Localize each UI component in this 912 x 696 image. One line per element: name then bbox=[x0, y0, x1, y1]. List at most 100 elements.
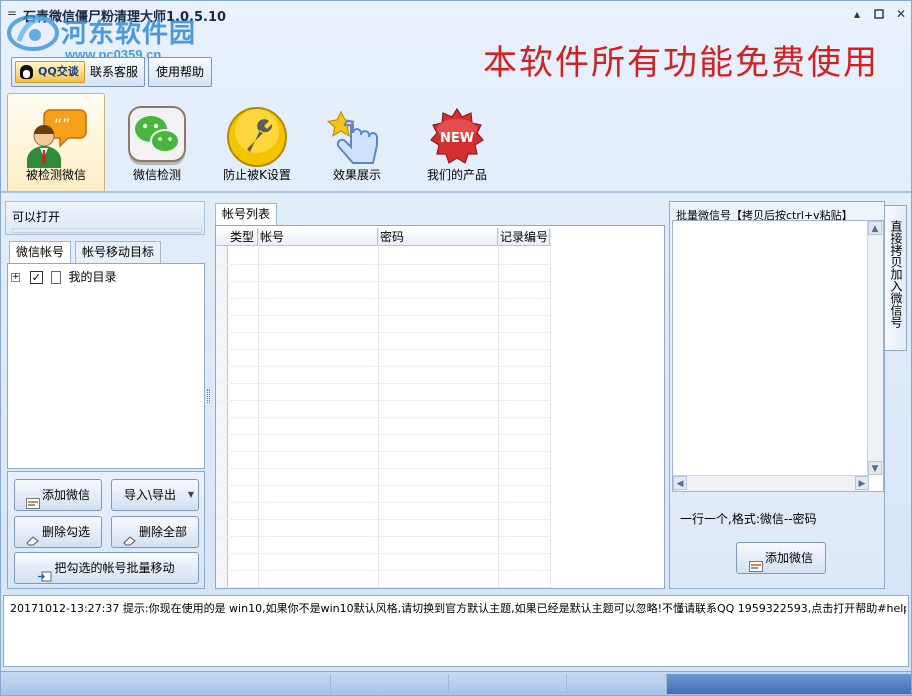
grid-row-line bbox=[216, 434, 550, 435]
side-tab-direct-paste[interactable]: 直接拷贝加入微信号 bbox=[885, 205, 907, 351]
import-export-label: 导入\导出 bbox=[123, 488, 177, 502]
grid-row-line bbox=[216, 298, 550, 299]
vertical-scrollbar[interactable]: ▲ ▼ bbox=[867, 221, 883, 475]
grid-row-line bbox=[216, 264, 550, 265]
tab-our-products-label: 我们的产品 bbox=[426, 168, 487, 182]
tree-item-my-directory[interactable]: + ✓ 我的目录 bbox=[11, 269, 117, 285]
grid-row-line bbox=[216, 349, 550, 350]
grid-row-line bbox=[216, 502, 550, 503]
grid-row-line bbox=[216, 400, 550, 401]
delete-all-button[interactable]: 删除全部 bbox=[111, 516, 199, 548]
status-segment bbox=[449, 674, 567, 694]
status-bar bbox=[1, 671, 911, 695]
delete-checked-button[interactable]: 删除勾选 bbox=[14, 516, 102, 548]
grid-row-line bbox=[216, 485, 550, 486]
grid-column-line bbox=[550, 228, 551, 588]
minimize-button[interactable]: ▴ bbox=[849, 7, 865, 21]
batch-add-wechat-button[interactable]: 添加微信 bbox=[736, 542, 826, 574]
service-button[interactable]: QQ交谈 联系客服 bbox=[11, 57, 145, 87]
add-wechat-button[interactable]: 添加微信 bbox=[14, 479, 102, 511]
delete-all-label: 删除全部 bbox=[138, 525, 187, 539]
grid-row-line bbox=[216, 315, 550, 316]
column-account[interactable]: 帐号 bbox=[258, 228, 378, 246]
eraser-icon bbox=[26, 527, 40, 546]
expand-icon[interactable]: + bbox=[11, 273, 20, 282]
grid-row-line bbox=[216, 587, 550, 588]
grid-row-line bbox=[216, 366, 550, 367]
move-icon bbox=[38, 563, 52, 582]
ribbon: “” 被检测微信 微信检测 防止被K设置 效果展示 NEW 我们的产品 bbox=[1, 93, 911, 193]
tab-wechat-accounts[interactable]: 微信帐号 bbox=[9, 241, 72, 263]
document-icon bbox=[50, 271, 61, 284]
grid-column-line bbox=[498, 228, 499, 588]
grid-row-line bbox=[216, 332, 550, 333]
maximize-button[interactable] bbox=[871, 7, 887, 21]
splitter-grip[interactable] bbox=[207, 389, 210, 403]
status-segment bbox=[331, 674, 449, 694]
status-segment bbox=[1, 674, 331, 694]
log-panel[interactable]: 20171012-13:27:37 提示:你现在使用的是 win10,如果你不是… bbox=[3, 595, 909, 667]
pointer-icon bbox=[325, 105, 389, 169]
grid-column-line bbox=[258, 228, 259, 588]
user-chat-icon: “” bbox=[24, 106, 88, 170]
grid-row-line bbox=[216, 417, 550, 418]
dropdown-arrow-icon[interactable]: ▼ bbox=[188, 480, 194, 510]
tab-monitored-wechat[interactable]: “” 被检测微信 bbox=[7, 93, 105, 191]
tab-our-products[interactable]: NEW 我们的产品 bbox=[409, 93, 505, 191]
watermark-logo-icon bbox=[5, 11, 63, 55]
account-grid[interactable]: 类型 帐号 密码 记录编号 bbox=[215, 225, 665, 589]
batch-add-wechat-label: 添加微信 bbox=[764, 551, 813, 565]
batch-move-button[interactable]: 把勾选的帐号批量移动 bbox=[14, 552, 199, 584]
add-user-icon bbox=[25, 490, 40, 509]
svg-text:“”: “” bbox=[54, 115, 71, 134]
grid-row-line bbox=[216, 536, 550, 537]
watermark-name: 河东软件园 bbox=[61, 19, 197, 49]
free-banner: 本软件所有功能免费使用 bbox=[483, 43, 879, 83]
grid-row-line bbox=[216, 468, 550, 469]
batch-move-label: 把勾选的帐号批量移动 bbox=[54, 561, 175, 575]
qq-chat-label: QQ交谈 bbox=[38, 65, 79, 78]
add-user-icon bbox=[748, 553, 763, 572]
grid-row-line bbox=[216, 383, 550, 384]
tab-wechat-check[interactable]: 微信检测 bbox=[109, 93, 205, 191]
eraser-icon bbox=[123, 527, 137, 546]
log-message[interactable]: 20171012-13:27:37 提示:你现在使用的是 win10,如果你不是… bbox=[10, 600, 906, 616]
qq-chat-button[interactable]: QQ交谈 bbox=[15, 61, 85, 83]
scroll-up-icon[interactable]: ▲ bbox=[868, 221, 882, 235]
horizontal-scrollbar[interactable]: ◀ ▶ bbox=[673, 475, 869, 491]
close-button[interactable]: ✕ bbox=[893, 7, 909, 21]
scroll-left-icon[interactable]: ◀ bbox=[673, 476, 687, 490]
scroll-down-icon[interactable]: ▼ bbox=[868, 461, 882, 475]
delete-checked-label: 删除勾选 bbox=[41, 525, 90, 539]
tab-wechat-check-label: 微信检测 bbox=[132, 168, 181, 182]
tab-effect-demo[interactable]: 效果展示 bbox=[309, 93, 405, 191]
column-type[interactable]: 类型 bbox=[228, 228, 258, 246]
add-wechat-label: 添加微信 bbox=[41, 488, 90, 502]
account-tree[interactable] bbox=[7, 263, 205, 469]
tree-checkbox[interactable]: ✓ bbox=[29, 271, 43, 284]
column-record-id[interactable]: 记录编号 bbox=[498, 228, 550, 246]
grid-header: 类型 帐号 密码 记录编号 bbox=[216, 228, 550, 246]
new-badge-icon: NEW bbox=[425, 105, 489, 169]
tab-anti-kick-settings[interactable]: 防止被K设置 bbox=[209, 93, 305, 191]
ribbon-divider bbox=[1, 191, 911, 193]
grid-row-line bbox=[216, 570, 550, 571]
status-text: 可以打开 bbox=[12, 210, 61, 224]
service-label: 联系客服 bbox=[90, 65, 139, 79]
import-export-button[interactable]: 导入\导出 ▼ bbox=[111, 479, 199, 511]
batch-panel: 批量微信号【拷贝后按ctrl+v粘贴】 ▲ ▼ ◀ ▶ 一行一个,格式:微信--… bbox=[669, 201, 885, 589]
tab-effect-demo-label: 效果展示 bbox=[332, 168, 381, 182]
help-button[interactable]: 使用帮助 bbox=[148, 57, 212, 87]
side-tab-label: 直接拷贝加入微信号 bbox=[889, 220, 903, 328]
scroll-right-icon[interactable]: ▶ bbox=[855, 476, 869, 490]
grid-row-line bbox=[216, 519, 550, 520]
status-progress-segment bbox=[667, 674, 911, 694]
status-segment bbox=[567, 674, 667, 694]
column-password[interactable]: 密码 bbox=[378, 228, 498, 246]
qq-penguin-icon bbox=[20, 65, 33, 79]
tab-monitored-wechat-label: 被检测微信 bbox=[25, 168, 86, 182]
tab-move-target[interactable]: 帐号移动目标 bbox=[75, 241, 162, 263]
svg-text:NEW: NEW bbox=[440, 131, 474, 146]
batch-textarea[interactable]: ▲ ▼ ◀ ▶ bbox=[672, 220, 884, 492]
tab-account-list[interactable]: 帐号列表 bbox=[215, 203, 278, 225]
